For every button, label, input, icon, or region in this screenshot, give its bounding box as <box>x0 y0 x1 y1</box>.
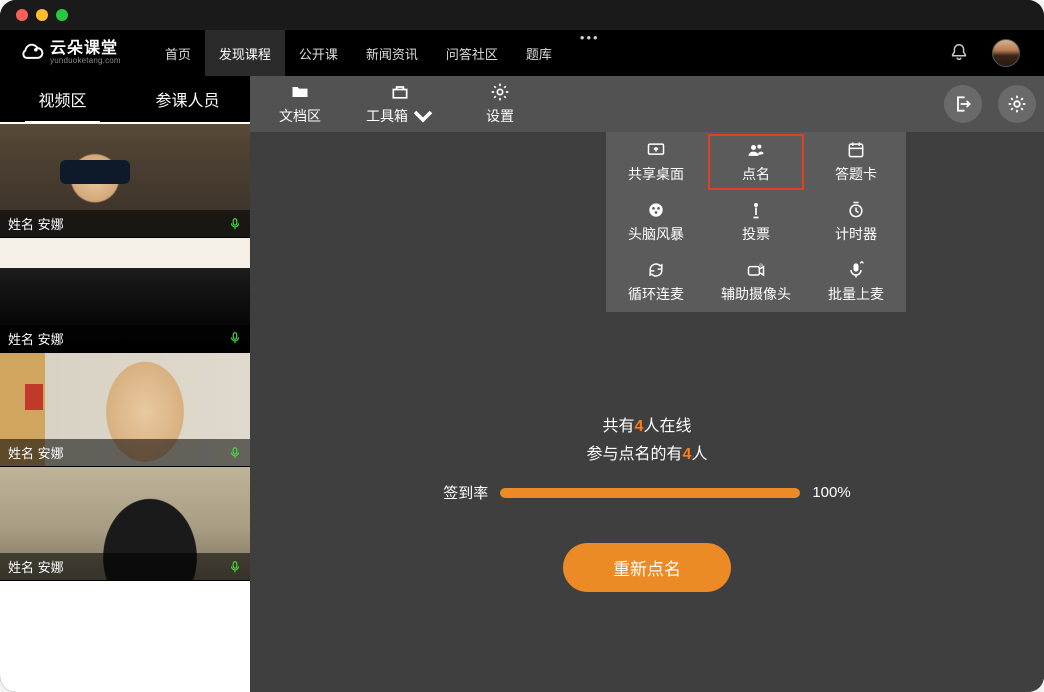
main-toolbar: 文档区 工具箱 设置 <box>250 76 1044 132</box>
top-nav: 云朵课堂 yunduoketang.com 首页 发现课程 公开课 新闻资讯 问… <box>0 30 1044 76</box>
video-cell[interactable]: 姓名 安娜 <box>0 238 250 352</box>
window-controls <box>16 9 68 21</box>
name-prefix: 姓名 <box>8 217 34 232</box>
sidebar-tabs: 视频区 参课人员 <box>0 76 250 124</box>
user-avatar[interactable] <box>992 39 1020 67</box>
tool-label: 投票 <box>742 224 770 244</box>
toolbox-icon <box>389 82 411 102</box>
tool-label: 头脑风暴 <box>628 224 684 244</box>
tool-roll-call[interactable]: 点名 <box>706 132 806 192</box>
nav-bank[interactable]: 题库 <box>512 30 566 76</box>
mic-icon[interactable] <box>228 217 242 231</box>
sidebar: 视频区 参课人员 姓名 安娜 <box>0 76 250 692</box>
caret-down-icon <box>412 106 434 126</box>
calendar-icon <box>845 140 867 160</box>
timer-icon <box>845 200 867 220</box>
nav-open[interactable]: 公开课 <box>285 30 352 76</box>
tool-label: 辅助摄像头 <box>721 284 791 304</box>
tool-label: 答题卡 <box>835 164 877 184</box>
tool-label: 点名 <box>742 164 770 184</box>
maximize-window[interactable] <box>56 9 68 21</box>
close-window[interactable] <box>16 9 28 21</box>
progress-fill <box>500 488 800 498</box>
participant-name: 安娜 <box>38 217 64 232</box>
video-cell-empty <box>0 581 250 692</box>
video-cell[interactable]: 姓名 安娜 <box>0 467 250 581</box>
rate-pct: 100% <box>812 484 850 501</box>
participant-name: 安娜 <box>38 446 64 461</box>
nav-home[interactable]: 首页 <box>151 30 205 76</box>
video-cell[interactable]: 姓名 安娜 <box>0 124 250 238</box>
tool-label: 计时器 <box>835 224 877 244</box>
tab-doc-area[interactable]: 文档区 <box>250 76 350 132</box>
nav-items: 首页 发现课程 公开课 新闻资讯 问答社区 题库 ••• <box>151 30 614 76</box>
tool-brainstorm[interactable]: 头脑风暴 <box>606 192 706 252</box>
tool-label: 批量上麦 <box>828 284 884 304</box>
people-icon <box>745 140 767 160</box>
tool-label: 循环连麦 <box>628 284 684 304</box>
tab-video[interactable]: 视频区 <box>0 76 125 122</box>
name-prefix: 姓名 <box>8 560 34 575</box>
settings-button[interactable] <box>998 85 1036 123</box>
main-area: 文档区 工具箱 设置 <box>250 76 1044 692</box>
name-prefix: 姓名 <box>8 446 34 461</box>
cycle-icon <box>645 260 667 280</box>
toolbox-dropdown: 共享桌面 点名 答题卡 头脑风暴 投票 <box>606 132 906 312</box>
tool-cycle-mic[interactable]: 循环连麦 <box>606 252 706 312</box>
gear-icon <box>1007 94 1027 114</box>
tool-share-screen[interactable]: 共享桌面 <box>606 132 706 192</box>
mic-icon[interactable] <box>228 331 242 345</box>
brand-logo[interactable]: 云朵课堂 yunduoketang.com <box>18 40 121 66</box>
logo-title: 云朵课堂 <box>50 41 121 57</box>
redo-rollcall-button[interactable]: 重新点名 <box>563 543 731 592</box>
tool-label: 共享桌面 <box>628 164 684 184</box>
tool-answer-card[interactable]: 答题卡 <box>806 132 906 192</box>
tool-aux-camera[interactable]: 辅助摄像头 <box>706 252 806 312</box>
online-line: 共有4人在线 <box>603 412 692 436</box>
tool-vote[interactable]: 投票 <box>706 192 806 252</box>
nav-news[interactable]: 新闻资讯 <box>352 30 432 76</box>
logo-sub: yunduoketang.com <box>50 57 121 65</box>
mic-up-icon <box>845 260 867 280</box>
exit-icon <box>953 94 973 114</box>
name-prefix: 姓名 <box>8 332 34 347</box>
rate-label: 签到率 <box>443 482 488 503</box>
film-icon <box>645 200 667 220</box>
tab-label: 文档区 <box>279 106 321 126</box>
participant-name: 安娜 <box>38 332 64 347</box>
mic-icon[interactable] <box>228 446 242 460</box>
app-window: 云朵课堂 yunduoketang.com 首页 发现课程 公开课 新闻资讯 问… <box>0 0 1044 692</box>
nav-more[interactable]: ••• <box>566 30 614 76</box>
tab-toolbox[interactable]: 工具箱 <box>350 76 450 132</box>
video-list: 姓名 安娜 姓名 安娜 <box>0 124 250 692</box>
gear-icon <box>489 82 511 102</box>
progress-row: 签到率 100% <box>443 482 850 503</box>
progress-bar <box>500 488 800 498</box>
minimize-window[interactable] <box>36 9 48 21</box>
bell-icon[interactable] <box>948 42 970 64</box>
rollcall-line: 参与点名的有4人 <box>587 440 708 464</box>
share-screen-icon <box>645 140 667 160</box>
folder-icon <box>289 82 311 102</box>
nav-qa[interactable]: 问答社区 <box>432 30 512 76</box>
tool-batch-mic[interactable]: 批量上麦 <box>806 252 906 312</box>
participant-name: 安娜 <box>38 560 64 575</box>
nav-discover[interactable]: 发现课程 <box>205 30 285 76</box>
tool-timer[interactable]: 计时器 <box>806 192 906 252</box>
video-cell[interactable]: 姓名 安娜 <box>0 353 250 467</box>
tab-label: 设置 <box>486 106 514 126</box>
camera-icon <box>745 260 767 280</box>
tab-label: 工具箱 <box>366 106 408 126</box>
tab-settings[interactable]: 设置 <box>450 76 550 132</box>
cloud-icon <box>18 40 44 66</box>
exit-button[interactable] <box>944 85 982 123</box>
vote-icon <box>745 200 767 220</box>
tab-attendees[interactable]: 参课人员 <box>125 76 250 122</box>
mic-icon[interactable] <box>228 560 242 574</box>
window-titlebar <box>0 0 1044 30</box>
